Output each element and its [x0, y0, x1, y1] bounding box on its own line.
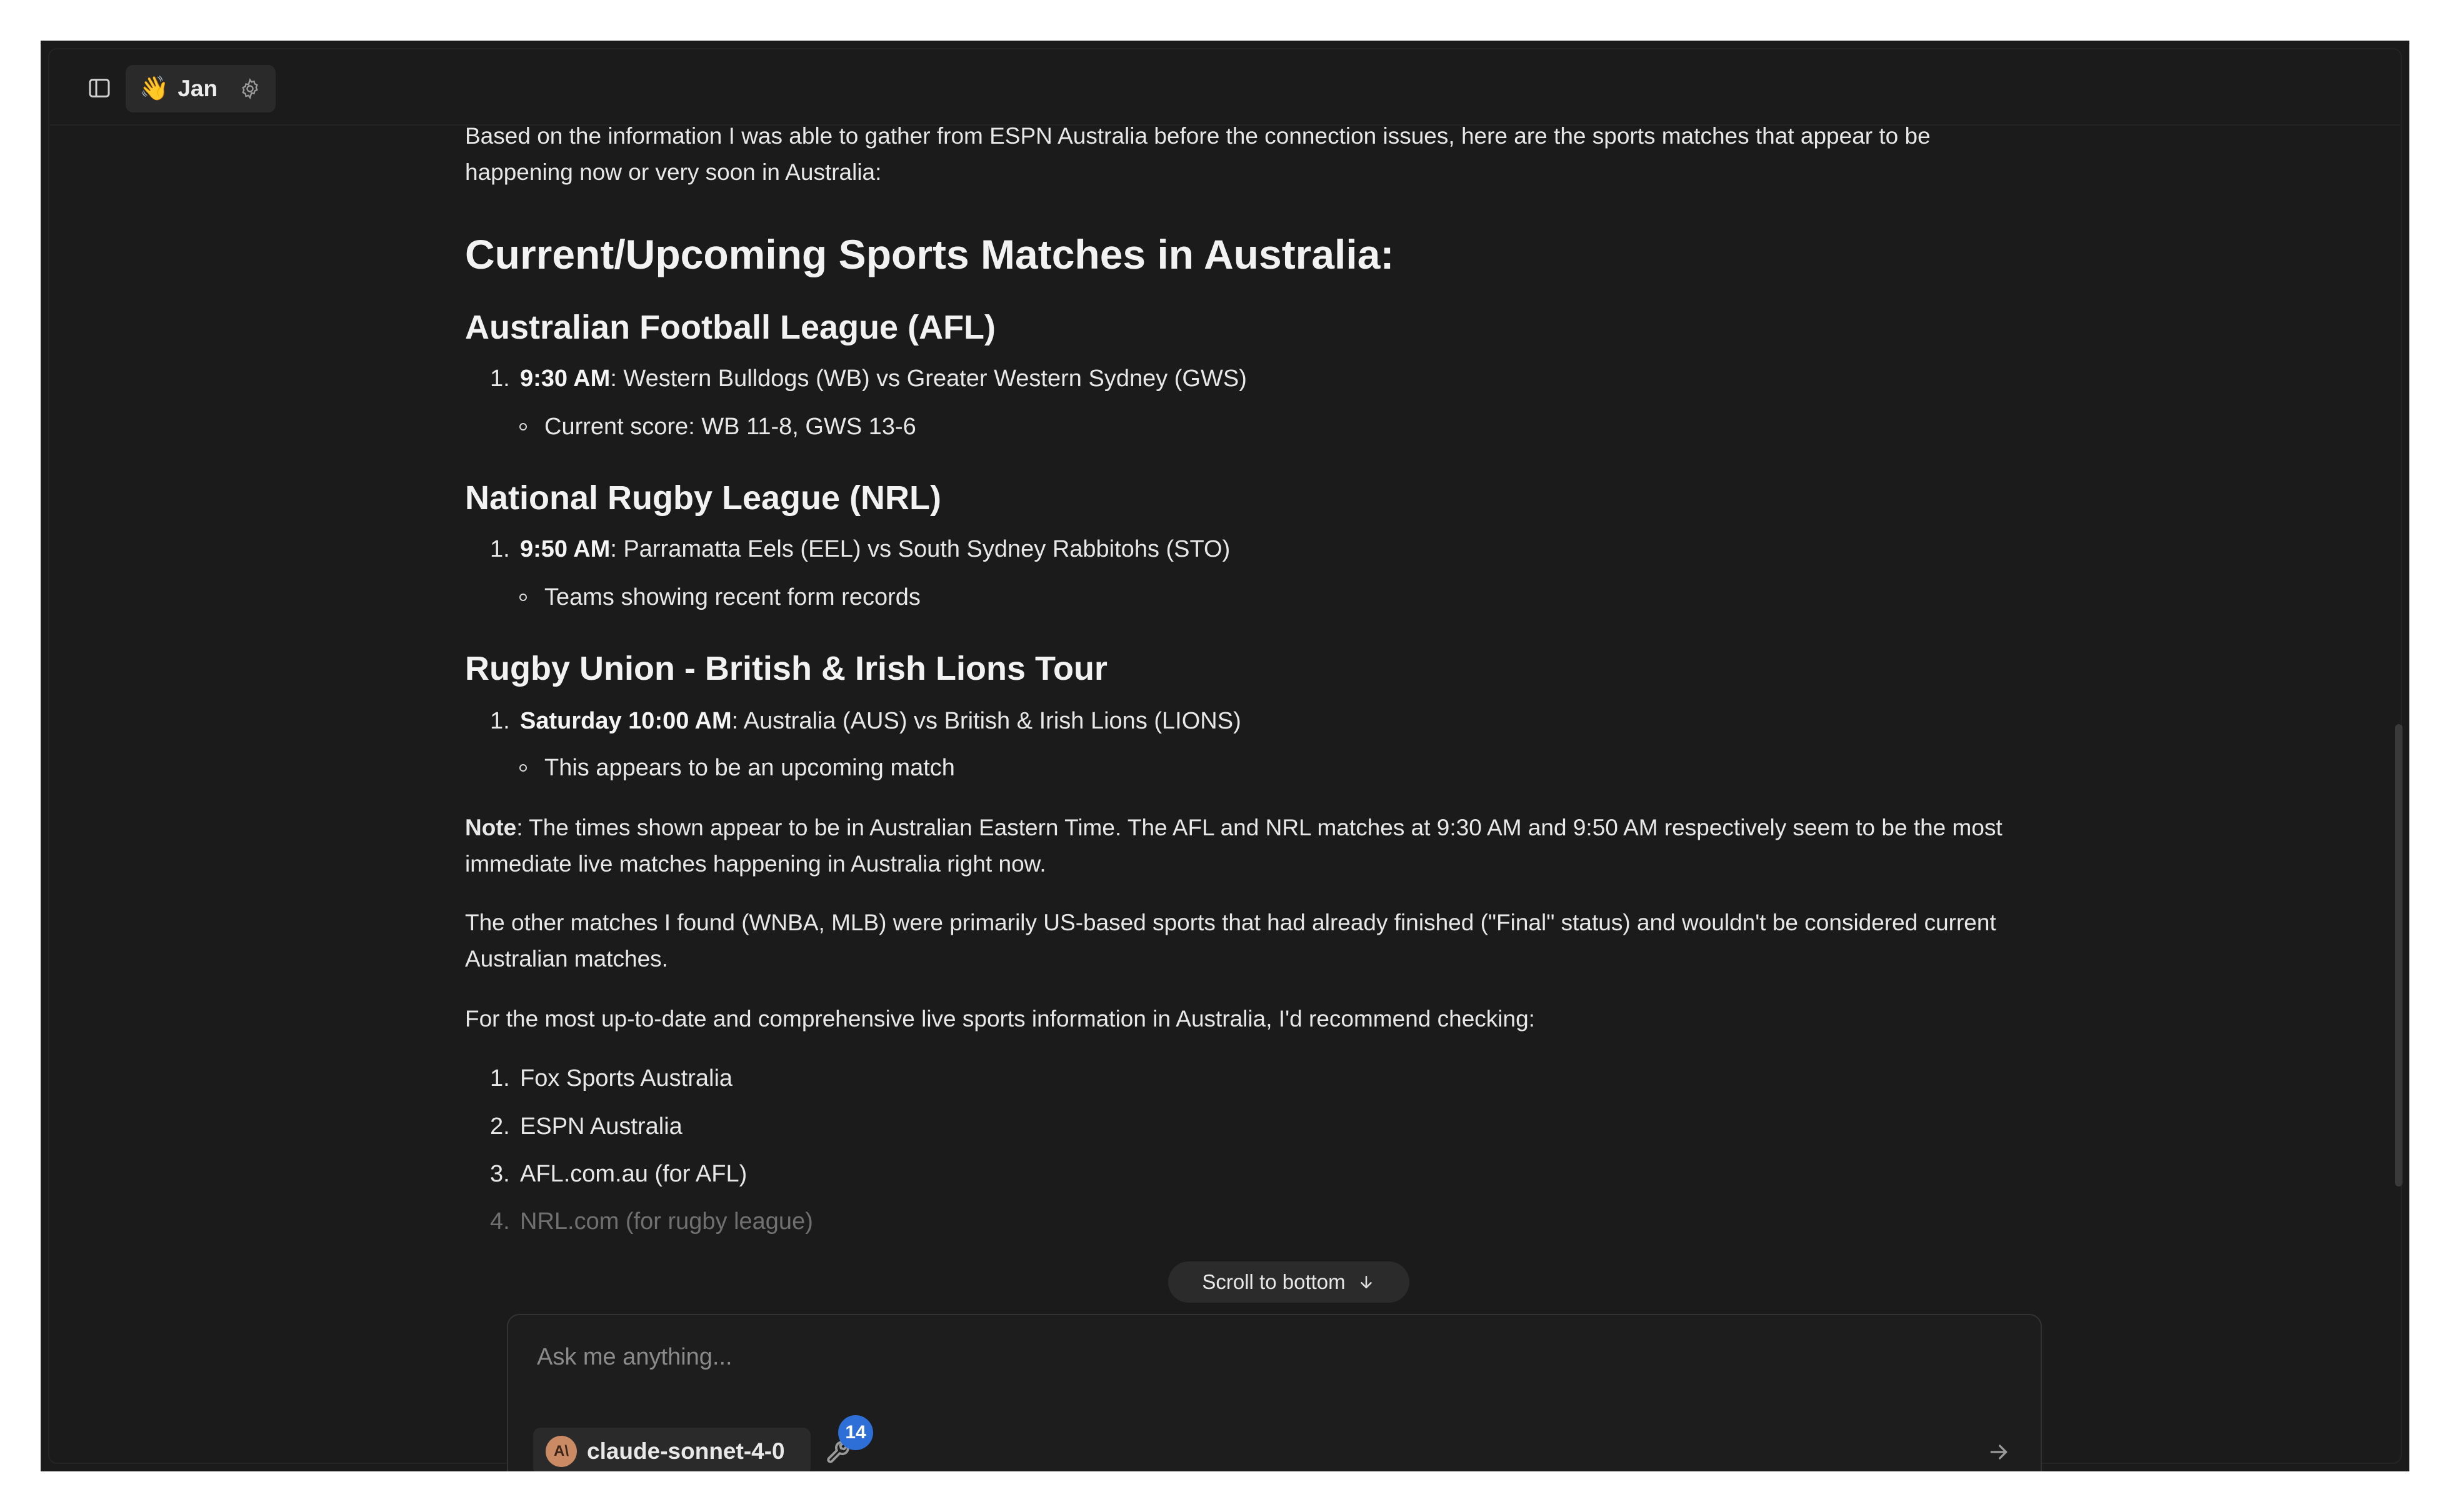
app-window: 👋 Jan Based on the information I was abl…	[41, 41, 2409, 1471]
other-matches-paragraph: The other matches I found (WNBA, MLB) we…	[465, 910, 1996, 972]
gear-icon[interactable]	[239, 77, 261, 100]
list-item: 1. Fox Sports Australia	[490, 1065, 733, 1092]
source-label: Fox Sports Australia	[520, 1065, 733, 1092]
sidebar-toggle-icon[interactable]	[86, 74, 113, 102]
scrollbar-thumb[interactable]	[2395, 724, 2402, 1186]
source-label: NRL.com (for rugby league)	[520, 1208, 813, 1235]
assistant-selector[interactable]: 👋 Jan	[126, 65, 276, 112]
list-item: 1. 9:50 AM: Parramatta Eels (EEL) vs Sout…	[490, 536, 1231, 562]
note-text: : The times shown appear to be in Austra…	[465, 815, 2002, 877]
match-time: Saturday 10:00 AM	[520, 708, 732, 734]
assistant-message: Based on the information I was able to g…	[465, 118, 2002, 1299]
bullet-icon	[519, 764, 527, 772]
match-time: 9:50 AM	[520, 536, 611, 562]
list-item: 2. ESPN Australia	[490, 1113, 682, 1140]
model-name: claude-sonnet-4-0	[587, 1438, 785, 1464]
section-heading-rugby-union: Rugby Union - British & Irish Lions Tour	[465, 650, 1108, 687]
scroll-to-bottom-label: Scroll to bottom	[1202, 1270, 1346, 1293]
wave-emoji-icon: 👋	[139, 76, 169, 102]
top-bar: 👋 Jan	[49, 49, 2401, 126]
source-label: AFL.com.au (for AFL)	[520, 1161, 748, 1187]
arrow-right-icon	[1990, 1445, 2008, 1460]
intro-paragraph: Based on the information I was able to g…	[465, 123, 1931, 185]
match-time: 9:30 AM	[520, 366, 611, 392]
match-detail: Teams showing recent form records	[544, 584, 921, 610]
recommend-paragraph: For the most up-to-date and comprehensiv…	[465, 1006, 1535, 1032]
note-label: Note	[465, 815, 517, 840]
source-label: ESPN Australia	[520, 1113, 682, 1140]
bullet-icon	[519, 423, 527, 430]
list-item: 3. AFL.com.au (for AFL)	[490, 1161, 748, 1187]
match-detail: This appears to be an upcoming match	[544, 755, 955, 781]
anthropic-logo-icon: A\	[546, 1436, 577, 1467]
chat-input[interactable]	[536, 1338, 1976, 1376]
scroll-to-bottom-button[interactable]: Scroll to bottom	[1168, 1261, 1409, 1303]
section-heading-afl: Australian Football League (AFL)	[465, 309, 996, 346]
message-heading: Current/Upcoming Sports Matches in Austr…	[465, 231, 1394, 277]
list-item: Current score: WB 11-8, GWS 13-6	[465, 409, 2002, 445]
tools-count-badge: 14	[838, 1415, 873, 1450]
list-item: 4. NRL.com (for rugby league)	[490, 1208, 813, 1235]
section-heading-nrl: National Rugby League (NRL)	[465, 479, 942, 517]
message-composer: A\ claude-sonnet-4-0 14	[507, 1314, 2042, 1471]
send-button[interactable]	[1984, 1438, 2013, 1466]
list-item: Teams showing recent form records	[465, 579, 2002, 615]
chat-panel: 👋 Jan Based on the information I was abl…	[48, 48, 2402, 1471]
list-item: This appears to be an upcoming match	[465, 750, 2002, 786]
assistant-name: Jan	[178, 76, 218, 101]
note-paragraph: Note: The times shown appear to be in Au…	[465, 810, 2002, 882]
list-item: 1. Saturday 10:00 AM: Australia (AUS) vs …	[490, 708, 1241, 734]
list-item: 1. 9:30 AM: Western Bulldogs (WB) vs Grea…	[490, 366, 1247, 392]
match-detail: Current score: WB 11-8, GWS 13-6	[544, 414, 916, 440]
model-selector[interactable]: A\ claude-sonnet-4-0	[533, 1428, 811, 1471]
match-teams: : Australia (AUS) vs British & Irish Lio…	[731, 708, 1241, 734]
match-teams: : Parramatta Eels (EEL) vs South Sydney …	[610, 536, 1231, 562]
bullet-icon	[519, 594, 527, 601]
match-teams: : Western Bulldogs (WB) vs Greater Weste…	[610, 366, 1247, 392]
arrow-down-icon	[1360, 1276, 1372, 1288]
